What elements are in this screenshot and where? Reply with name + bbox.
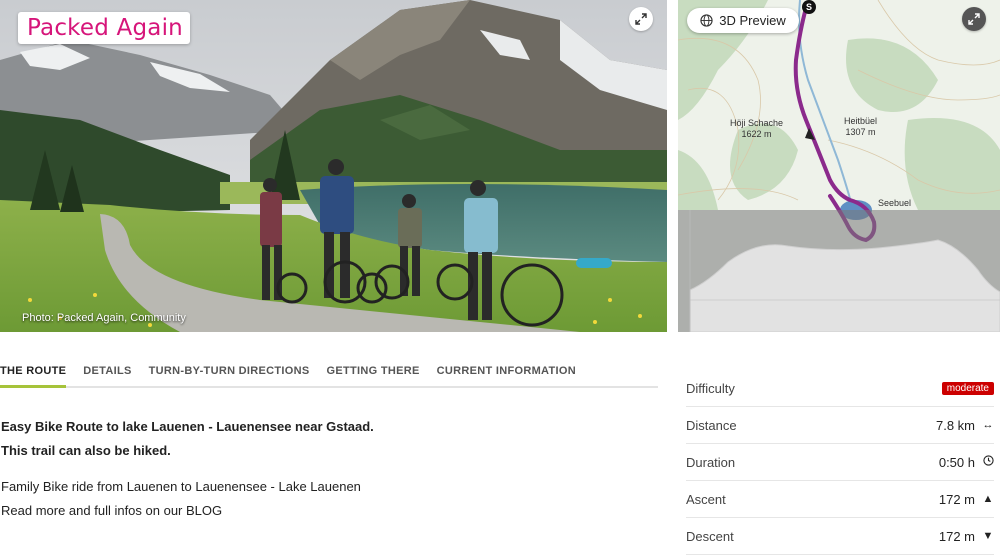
description-headline: Easy Bike Route to lake Lauenen - Lauene… [1, 419, 374, 434]
route-map[interactable]: Höji Schache 1622 m Heitbüel 1307 m Seeb… [678, 0, 1000, 332]
expand-icon [635, 13, 647, 25]
description-text: Read more and full infos on our BLOG [1, 503, 223, 518]
expand-icon [968, 13, 980, 25]
photo-credit: Photo: Packed Again, Community [22, 312, 186, 324]
route-stats: Difficulty moderate Distance 7.8 km ↔ Du… [686, 370, 994, 555]
stat-label: Descent [686, 528, 734, 544]
stat-value: 7.8 km [935, 417, 975, 433]
description-text: Family Bike ride from Lauenen to Lauenen… [1, 479, 361, 494]
tab-details[interactable]: DETAILS [83, 360, 131, 384]
stat-label: Ascent [686, 491, 726, 507]
difficulty-badge: moderate [941, 381, 994, 395]
tab-current-information[interactable]: CURRENT INFORMATION [437, 360, 576, 384]
stat-value: 0:50 h [938, 454, 975, 470]
tab-turn-by-turn-directions[interactable]: TURN-BY-TURN DIRECTIONS [149, 360, 310, 384]
hero-photo[interactable]: Packed Again Photo: Packed Again, Commun… [0, 0, 667, 332]
map-expand-button[interactable] [962, 7, 986, 31]
start-marker[interactable]: S [802, 0, 816, 14]
triangle-down-icon: ▼ [982, 530, 994, 542]
map-place-label: Heitbüel 1307 m [844, 116, 878, 137]
stat-distance: Distance 7.8 km ↔ [686, 407, 994, 444]
route-description: Easy Bike Route to lake Lauenen - Lauene… [1, 415, 651, 523]
stat-label: Difficulty [686, 380, 735, 396]
stat-label: Duration [686, 454, 736, 470]
map-place-label: Höji Schache 1622 m [730, 118, 784, 139]
hero-expand-button[interactable] [629, 7, 653, 31]
stat-value: 172 m [938, 528, 975, 544]
hero-photo-illustration [0, 0, 667, 332]
stat-duration: Duration 0:50 h [686, 444, 994, 481]
brand-name: Packed Again [27, 15, 183, 41]
stat-difficulty: Difficulty moderate [686, 370, 994, 407]
stat-ascent: Ascent 172 m ▲ [686, 481, 994, 518]
3d-preview-button[interactable]: 3D Preview [687, 8, 799, 33]
topo-map [678, 0, 1000, 332]
stat-label: Distance [686, 417, 737, 433]
route-tabs: THE ROUTE DETAILS TURN-BY-TURN DIRECTION… [0, 360, 658, 388]
brand-badge: Packed Again [18, 12, 190, 44]
tab-getting-there[interactable]: GETTING THERE [327, 360, 420, 384]
stat-descent: Descent 172 m ▼ [686, 518, 994, 555]
map-place-label: Seebuel [878, 198, 912, 208]
triangle-up-icon: ▲ [982, 493, 994, 505]
tab-the-route[interactable]: THE ROUTE [0, 360, 67, 388]
3d-preview-label: 3D Preview [719, 13, 786, 28]
stat-value: 172 m [938, 491, 975, 507]
clock-icon [982, 455, 994, 469]
globe-icon [700, 14, 713, 27]
arrows-horizontal-icon: ↔ [982, 419, 994, 431]
description-subheadline: This trail can also be hiked. [1, 443, 171, 458]
